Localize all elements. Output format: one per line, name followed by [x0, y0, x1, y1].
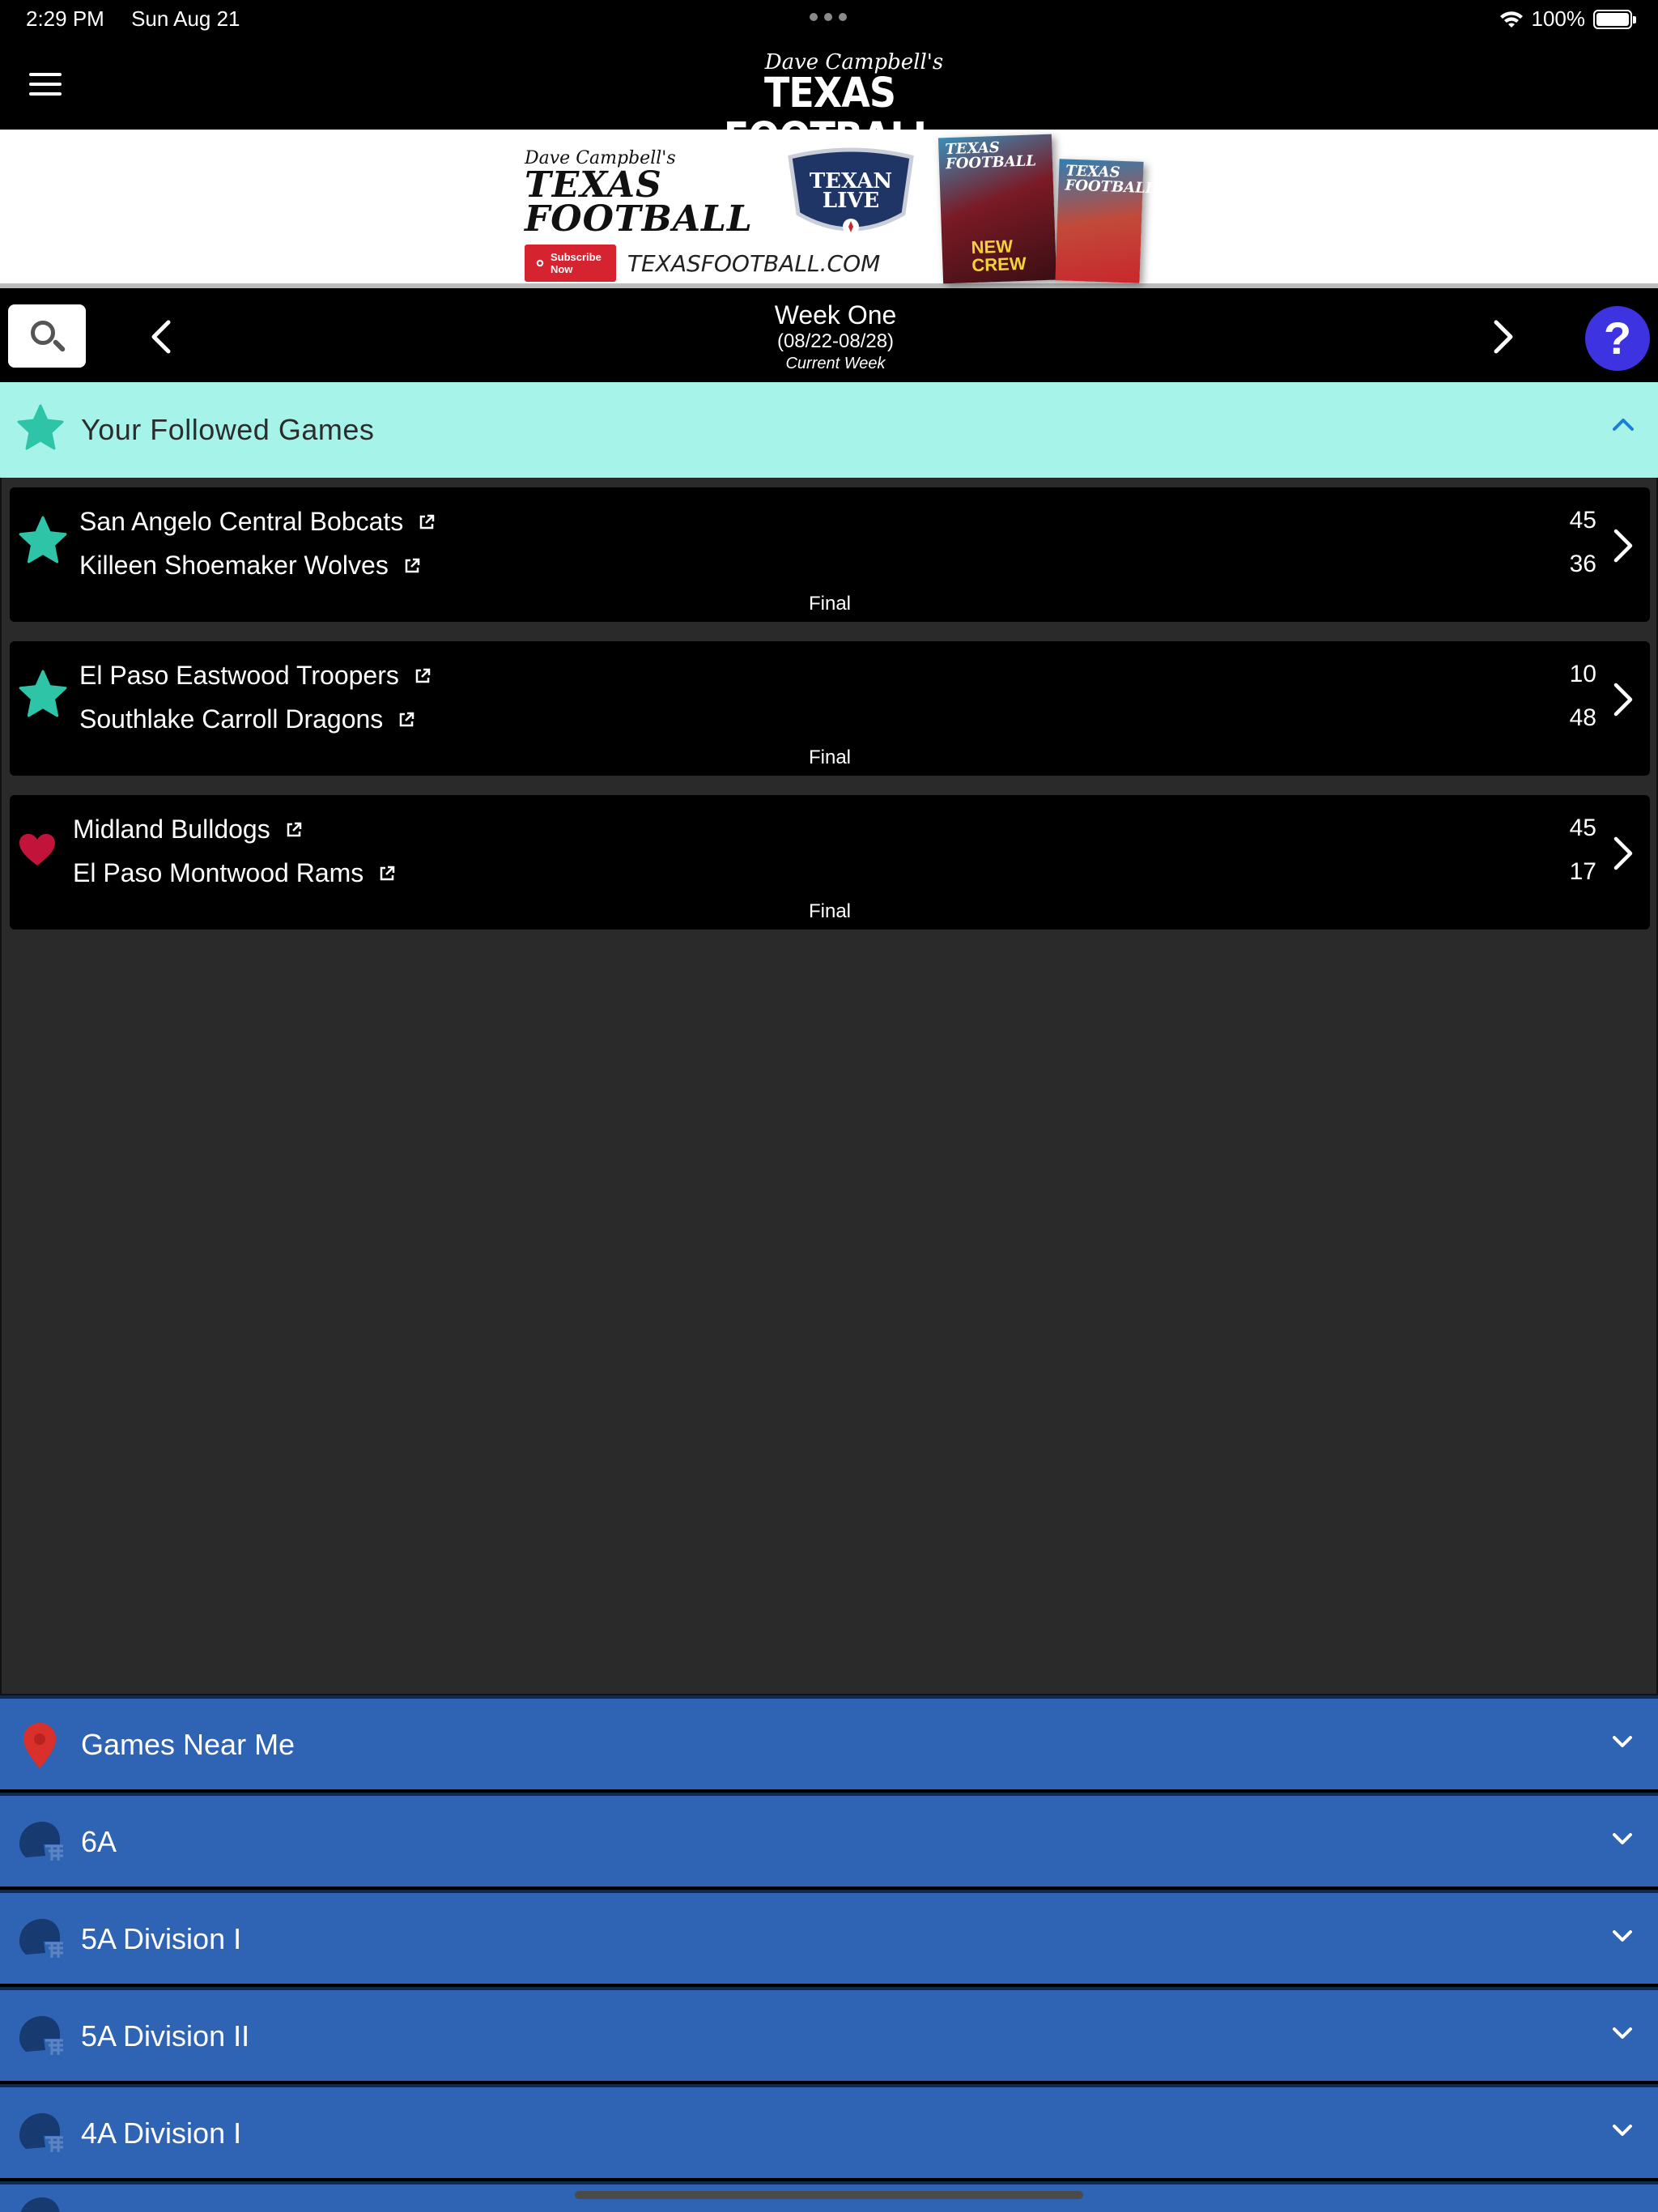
chevron-right-icon[interactable] [1611, 836, 1635, 871]
battery-fill [1596, 12, 1629, 26]
status-left: 2:29 PM Sun Aug 21 [26, 6, 261, 32]
home-team-name: San Angelo Central Bobcats [79, 507, 404, 536]
external-link-icon[interactable] [414, 667, 432, 685]
battery-percent: 100% [1531, 6, 1586, 31]
hamburger-icon[interactable] [29, 73, 62, 97]
helmet-icon [19, 2016, 63, 2055]
chevron-down-icon[interactable] [1611, 1929, 1634, 1943]
away-team-name: Killeen Shoemaker Wolves [79, 551, 389, 580]
away-score: 48 [1569, 704, 1596, 731]
away-team: El Paso Montwood Rams [73, 858, 396, 888]
chevron-down-icon[interactable] [1611, 2123, 1634, 2138]
section-6a[interactable]: 6A [0, 1793, 1658, 1887]
chevron-down-icon[interactable] [1611, 1734, 1634, 1749]
followed-games-header[interactable]: Your Followed Games [0, 382, 1658, 478]
star-icon[interactable] [18, 669, 68, 719]
mag2-title: TEXAS FOOTBALL [1065, 162, 1156, 198]
game-status: Final [808, 593, 852, 615]
ad-banner[interactable]: Dave Campbell's TEXAS FOOTBALL Subscribe… [0, 130, 1658, 288]
subscribe-button[interactable]: Subscribe Now [525, 245, 616, 282]
helmet-icon [19, 1822, 63, 1861]
away-team: Killeen Shoemaker Wolves [79, 551, 421, 581]
helmet-icon [19, 1919, 63, 1958]
magazine-cover-1: TEXAS FOOTBALL NEW CREW [937, 134, 1057, 284]
followed-games-title: Your Followed Games [81, 413, 375, 446]
section-5a-division-ii[interactable]: 5A Division II [0, 1987, 1658, 2081]
section-label: 5A Division II [81, 2019, 250, 2052]
chevron-right-icon[interactable] [1611, 528, 1635, 564]
section-5a-division-i[interactable]: 5A Division I [0, 1890, 1658, 1984]
star-icon [17, 404, 64, 450]
game-card[interactable]: Midland Bulldogs El Paso Montwood Rams 4… [10, 795, 1650, 929]
subscribe-label: Subscribe Now [550, 251, 602, 275]
followed-games-panel: San Angelo Central Bobcats Killeen Shoem… [0, 478, 1658, 1695]
status-bar: 2:29 PM Sun Aug 21 100% [0, 0, 1658, 40]
game-status: Final [808, 747, 852, 768]
ad-title-line1: TEXAS [525, 164, 662, 206]
magazine-cover-2: TEXAS FOOTBALL [1055, 159, 1156, 283]
next-week-chevron-icon[interactable] [1485, 317, 1520, 356]
external-link-icon[interactable] [403, 557, 421, 575]
helmet-icon [19, 2113, 63, 2152]
week-subtitle: Current Week [785, 355, 886, 372]
home-score: 10 [1569, 661, 1596, 687]
week-navigation: Week One (08/22-08/28) Current Week ? [0, 293, 1658, 382]
away-team-name: El Paso Montwood Rams [73, 858, 364, 887]
texan-live-shield-icon: TEXAN LIVE [782, 147, 920, 253]
previous-week-chevron-icon[interactable] [144, 317, 180, 356]
status-right: 100% [1499, 6, 1636, 32]
home-team-name: El Paso Eastwood Troopers [79, 661, 399, 690]
ad-url: TEXASFOOTBALL.COM [627, 249, 881, 277]
home-team: El Paso Eastwood Troopers [79, 661, 432, 691]
section-label: 5A Division I [81, 1922, 242, 1955]
multitasking-dots-icon[interactable] [810, 13, 847, 21]
chevron-right-icon[interactable] [1611, 682, 1635, 717]
week-label: Week One (08/22-08/28) Current Week [674, 300, 997, 374]
wifi-icon [1499, 11, 1523, 28]
mag1-crew: NEW CREW [971, 236, 1027, 276]
home-team: San Angelo Central Bobcats [79, 507, 436, 537]
chevron-up-icon[interactable] [1611, 416, 1635, 432]
game-card[interactable]: El Paso Eastwood Troopers Southlake Carr… [10, 641, 1650, 776]
chevron-down-icon[interactable] [1611, 2026, 1634, 2040]
ad-title-line2: FOOTBALL [525, 198, 753, 240]
subscribe-logo-icon [536, 259, 544, 267]
app-header: Dave Campbell's TEXAS FOOTBALL [0, 40, 1658, 160]
external-link-icon[interactable] [418, 513, 436, 531]
ad-brand: Dave Campbell's TEXAS FOOTBALL Subscribe… [525, 149, 880, 282]
battery-icon [1593, 9, 1636, 29]
section-label: 4A Division I [81, 2116, 242, 2150]
week-title: Week One [774, 300, 897, 330]
status-time: 2:29 PM [26, 6, 104, 31]
game-status: Final [808, 900, 852, 922]
chevron-down-icon[interactable] [1611, 1831, 1634, 1846]
home-team-name: Midland Bulldogs [73, 815, 270, 844]
help-button[interactable]: ? [1585, 306, 1650, 371]
search-button[interactable] [8, 304, 86, 368]
section-label: 6A [81, 1825, 117, 1858]
game-card[interactable]: San Angelo Central Bobcats Killeen Shoem… [10, 487, 1650, 622]
away-team-name: Southlake Carroll Dragons [79, 704, 384, 734]
mag1-title: TEXAS FOOTBALL [945, 138, 1037, 173]
home-score: 45 [1569, 815, 1596, 841]
away-score: 17 [1569, 858, 1596, 885]
external-link-icon[interactable] [378, 865, 396, 883]
status-date: Sun Aug 21 [131, 6, 240, 31]
star-icon[interactable] [18, 515, 68, 565]
external-link-icon[interactable] [285, 821, 303, 839]
section-label: Games Near Me [81, 1728, 295, 1761]
away-score: 36 [1569, 551, 1596, 577]
week-range: (08/22-08/28) [776, 330, 895, 352]
external-link-icon[interactable] [397, 711, 415, 729]
home-team: Midland Bulldogs [73, 815, 303, 844]
home-score: 45 [1569, 507, 1596, 534]
shield-line2: LIVE [822, 189, 880, 213]
away-team: Southlake Carroll Dragons [79, 704, 415, 734]
section-games-near-me[interactable]: Games Near Me [0, 1695, 1658, 1789]
helmet-icon [20, 2197, 60, 2212]
home-indicator[interactable] [575, 2191, 1083, 2199]
heart-icon[interactable] [18, 832, 57, 868]
location-pin-icon [23, 1723, 56, 1768]
section-4a-division-i[interactable]: 4A Division I [0, 2084, 1658, 2178]
